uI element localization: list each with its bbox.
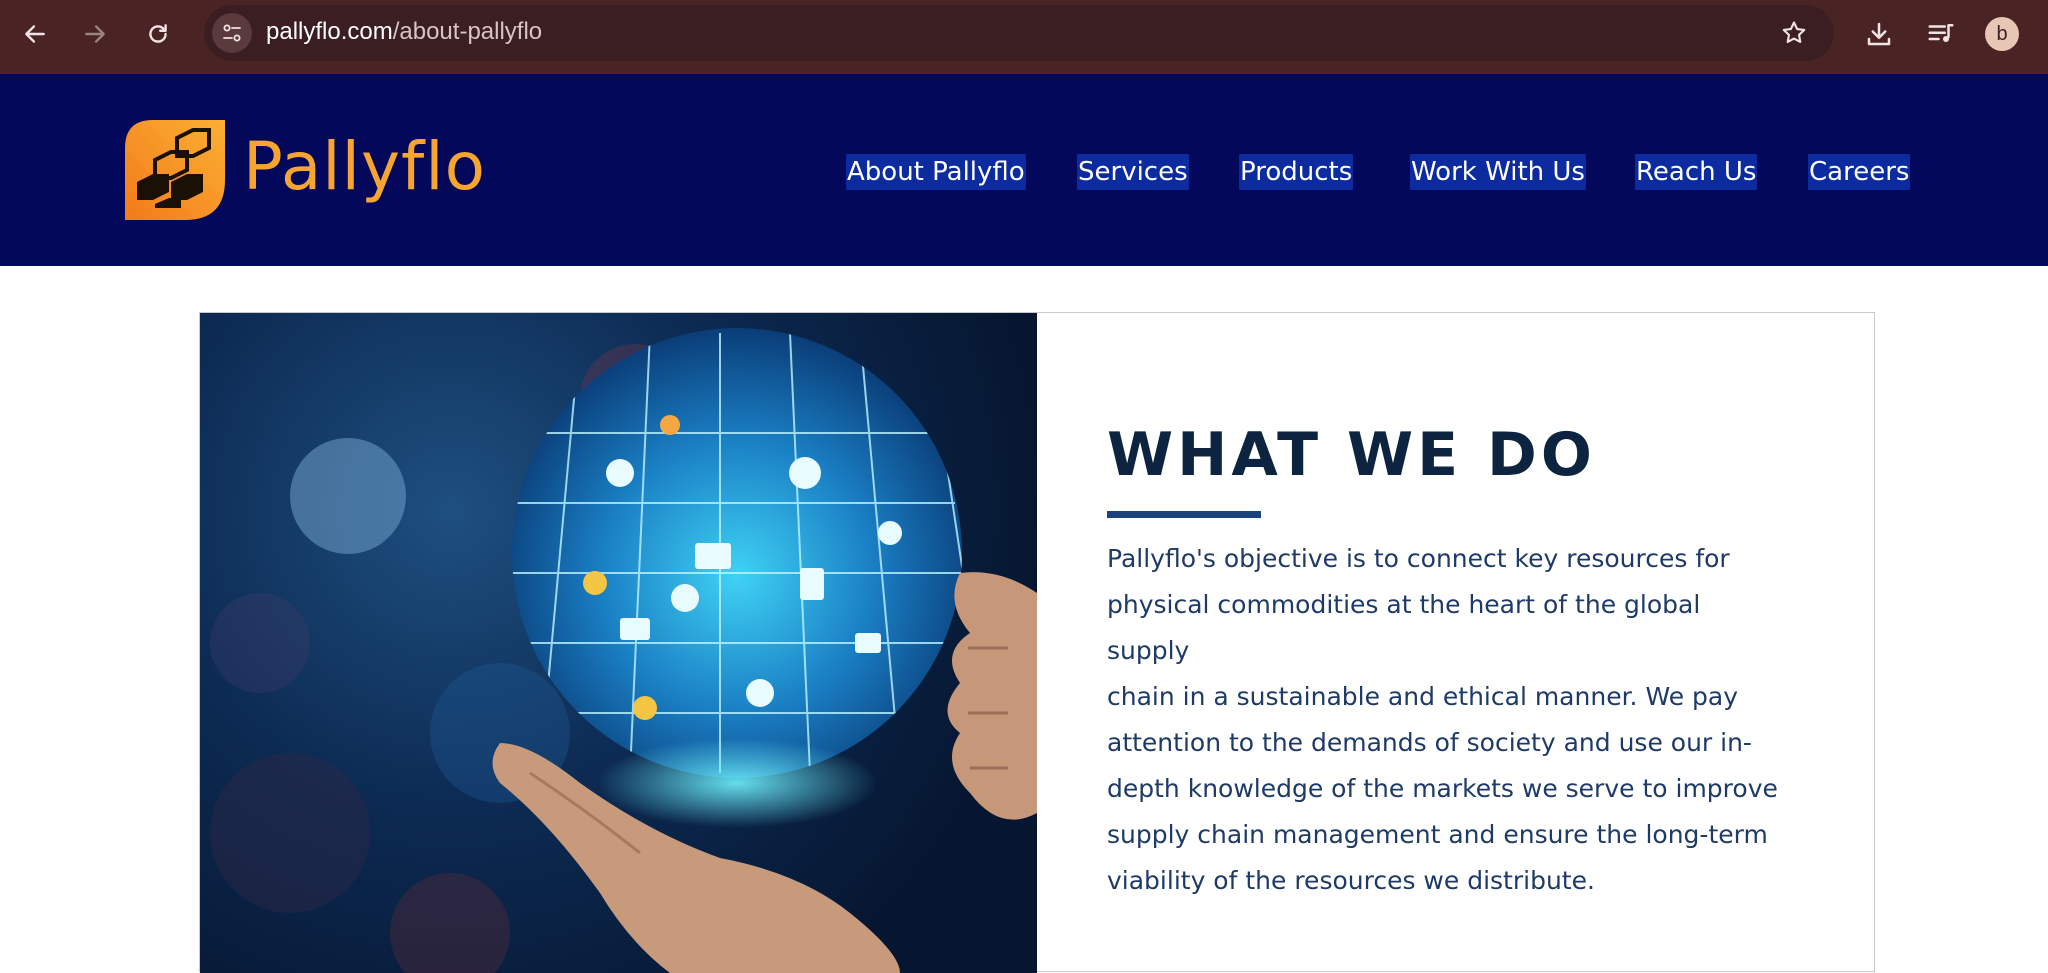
media-queue-icon: [1928, 24, 1954, 42]
nav-careers[interactable]: Careers: [1808, 154, 1911, 190]
brand-logo[interactable]: Pallyflo: [125, 120, 486, 220]
reload-icon: [149, 24, 167, 43]
about-card: WHAT WE DO Pallyflo's objective is to co…: [199, 312, 1875, 973]
globe-in-hands-illustration: [210, 328, 1037, 973]
nav-work-with-us[interactable]: Work With Us: [1410, 154, 1586, 190]
address-bar[interactable]: pallyflo.com/about-pallyflo: [204, 5, 1834, 61]
description-line: chain in a sustainable and ethical manne…: [1107, 682, 1739, 711]
reload-button[interactable]: [138, 14, 178, 54]
profile-avatar[interactable]: b: [1985, 17, 2019, 51]
nav-about-pallyflo[interactable]: About Pallyflo: [846, 154, 1026, 190]
heading-underline: [1107, 511, 1261, 518]
description-line: Pallyflo's objective is to connect key r…: [1107, 544, 1730, 573]
pallyflo-logo-icon: [125, 120, 225, 220]
url-path: /about-pallyflo: [392, 18, 543, 45]
about-description: Pallyflo's objective is to connect key r…: [1107, 536, 1787, 904]
star-icon[interactable]: [1780, 19, 1808, 47]
back-icon: [25, 25, 45, 43]
download-icon: [1867, 22, 1891, 46]
site-info-button[interactable]: [212, 13, 252, 53]
site-info-icon: [223, 24, 241, 42]
forward-icon: [85, 25, 105, 43]
back-button[interactable]: [15, 14, 55, 54]
hero-image: [200, 313, 1037, 973]
url-text[interactable]: pallyflo.com/about-pallyflo: [266, 18, 542, 46]
description-line: viability of the resources we distribute…: [1107, 866, 1595, 895]
site-header: Pallyflo About Pallyflo Services Product…: [0, 74, 2048, 266]
description-line: physical commodities at the heart of the…: [1107, 590, 1701, 665]
description-line: supply chain management and ensure the l…: [1107, 820, 1768, 849]
url-host: pallyflo.com: [266, 18, 393, 45]
about-content: WHAT WE DO Pallyflo's objective is to co…: [1107, 425, 1807, 904]
nav-reach-us[interactable]: Reach Us: [1635, 154, 1758, 190]
forward-button[interactable]: [75, 14, 115, 54]
brand-name: Pallyflo: [243, 128, 486, 205]
nav-services[interactable]: Services: [1077, 154, 1189, 190]
downloads-button[interactable]: [1861, 16, 1897, 52]
media-queue-button[interactable]: [1923, 16, 1959, 52]
description-line: depth knowledge of the markets we serve …: [1107, 774, 1778, 803]
description-line: attention to the demands of society and …: [1107, 728, 1752, 757]
section-heading: WHAT WE DO: [1107, 420, 1596, 490]
browser-toolbar: pallyflo.com/about-pallyflo b: [0, 0, 2048, 74]
nav-products[interactable]: Products: [1239, 154, 1354, 190]
